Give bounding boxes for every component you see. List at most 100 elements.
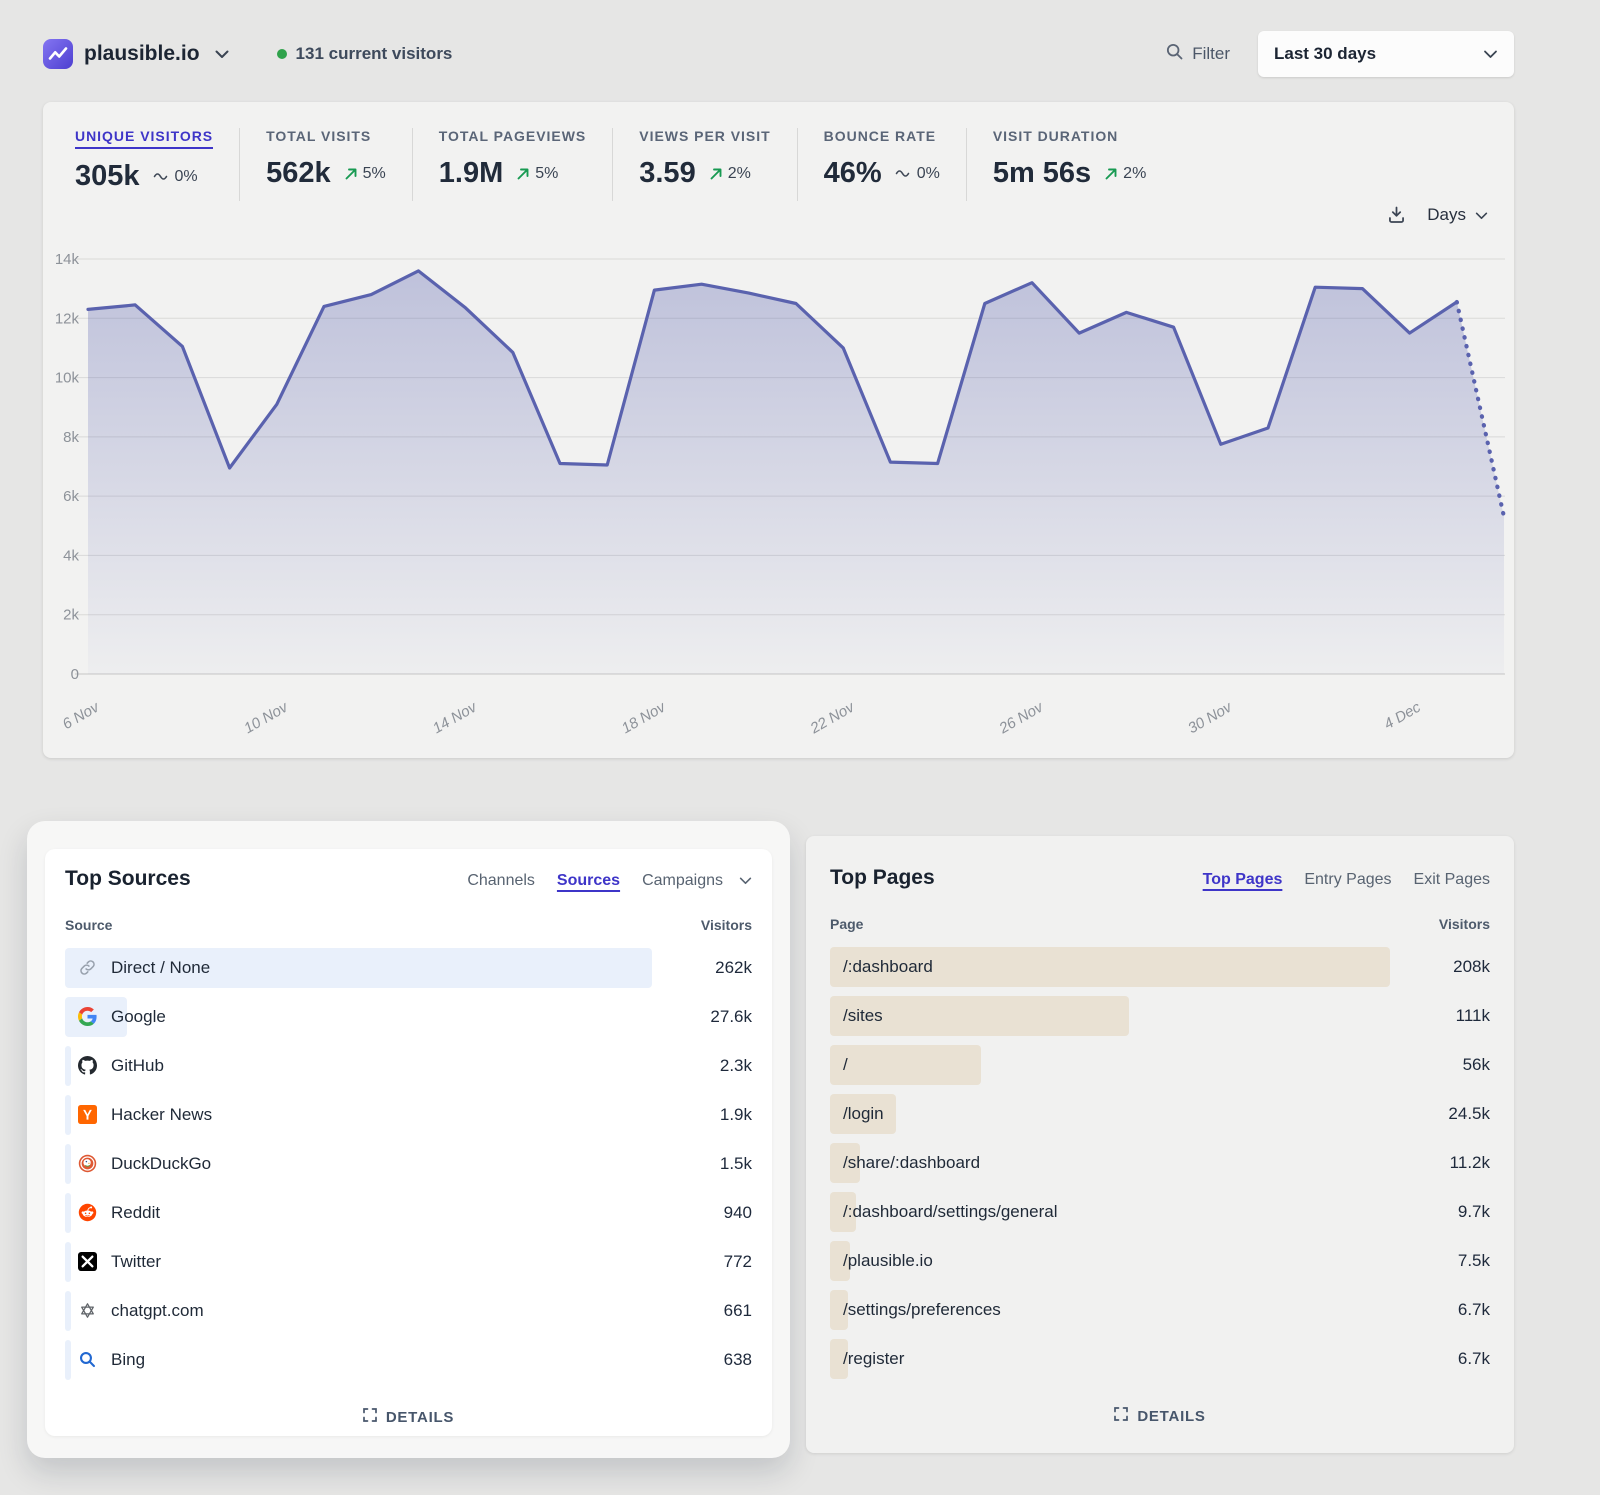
stat-metric[interactable]: BOUNCE RATE 46% 0% [798,128,967,201]
row-label: chatgpt.com [111,1301,204,1321]
trend-icon [1104,167,1118,181]
page-column-label: Page [830,916,1390,932]
svg-text:26 Nov: 26 Nov [995,698,1047,738]
expand-icon [1114,1407,1128,1425]
tab[interactable]: Campaigns [642,872,723,890]
sources-details-button[interactable]: DETAILS [65,1408,752,1426]
stat-value: 1.9M [439,157,503,190]
breakdown-row[interactable]: Twitter 772 [65,1237,752,1286]
row-visitors: 11.2k [1390,1153,1490,1173]
breakdown-row[interactable]: /settings/preferences 6.7k [830,1285,1490,1334]
breakdown-row[interactable]: /share/:dashboard 11.2k [830,1138,1490,1187]
date-range-picker[interactable]: Last 30 days [1258,31,1514,77]
row-visitors: 9.7k [1390,1202,1490,1222]
stat-metric[interactable]: TOTAL PAGEVIEWS 1.9M 5% [413,128,613,201]
reddit-icon [78,1203,97,1222]
breakdown-row[interactable]: /login 24.5k [830,1089,1490,1138]
stat-change: 0% [895,165,940,183]
tab[interactable]: Entry Pages [1304,871,1391,889]
breakdown-row[interactable]: /:dashboard/settings/general 9.7k [830,1187,1490,1236]
svg-text:10k: 10k [55,370,80,387]
change-percent: 0% [175,168,198,186]
tab[interactable]: Top Pages [1203,871,1283,889]
breakdown-row[interactable]: /plausible.io 7.5k [830,1236,1490,1285]
pages-details-button[interactable]: DETAILS [830,1407,1490,1425]
row-visitors: 262k [652,958,752,978]
row-label: /:dashboard [843,957,933,977]
pages-header: Top Pages Top Pages Entry Pages Exit Pag… [830,866,1490,890]
tab[interactable]: Sources [557,872,620,890]
site-switcher[interactable]: plausible.io [43,39,229,69]
expand-icon [363,1408,377,1426]
tab[interactable]: Exit Pages [1414,871,1490,889]
link-icon [78,958,97,977]
breakdown-row[interactable]: chatgpt.com 661 [65,1286,752,1335]
stat-change: 2% [1104,165,1146,183]
stat-metric[interactable]: TOTAL VISITS 562k 5% [240,128,413,201]
openai-icon [78,1301,97,1320]
pages-tabs: Top Pages Entry Pages Exit Pages [1203,871,1490,889]
svg-text:4 Dec: 4 Dec [1381,698,1424,733]
top-sources-card: Top Sources Channels Sources Campaigns S… [45,849,772,1436]
row-label: Bing [111,1350,145,1370]
breakdown-row[interactable]: /register 6.7k [830,1334,1490,1383]
row-label: DuckDuckGo [111,1154,211,1174]
stat-change: 5% [344,165,386,183]
stat-metric[interactable]: VIEWS PER VISIT 3.59 2% [613,128,797,201]
current-visitors[interactable]: 131 current visitors [277,44,453,64]
stat-metric[interactable]: VISIT DURATION 5m 56s 2% [967,128,1172,201]
row-visitors: 27.6k [652,1007,752,1027]
svg-text:12k: 12k [55,310,80,327]
row-label: Google [111,1007,166,1027]
row-label: /settings/preferences [843,1300,1001,1320]
source-column-label: Source [65,917,652,933]
tab[interactable]: Channels [467,872,535,890]
row-visitors: 661 [652,1301,752,1321]
stat-value: 5m 56s [993,157,1091,190]
breakdown-row[interactable]: GitHub 2.3k [65,1041,752,1090]
breakdown-row[interactable]: Direct / None 262k [65,943,752,992]
bing-icon [78,1350,97,1369]
row-visitors: 111k [1390,1006,1490,1026]
filter-label: Filter [1192,44,1230,64]
breakdown-row[interactable]: /:dashboard 208k [830,942,1490,991]
row-label: /:dashboard/settings/general [843,1202,1058,1222]
chevron-down-icon [215,50,229,59]
row-visitors: 6.7k [1390,1300,1490,1320]
details-label: DETAILS [1137,1408,1205,1425]
row-visitors: 2.3k [652,1056,752,1076]
chevron-down-icon [1475,205,1488,225]
stat-value: 46% [824,157,882,190]
filter-button[interactable]: Filter [1165,42,1230,66]
chevron-down-icon[interactable] [739,877,752,885]
top-pages-card: Top Pages Top Pages Entry Pages Exit Pag… [806,836,1514,1453]
row-visitors: 6.7k [1390,1349,1490,1369]
visitors-chart[interactable]: 02k4k6k8k10k12k14k6 Nov10 Nov14 Nov18 No… [49,240,1507,752]
breakdown-row[interactable]: Reddit 940 [65,1188,752,1237]
row-label: Reddit [111,1203,160,1223]
interval-dropdown[interactable]: Days [1427,205,1488,225]
svg-text:18 Nov: 18 Nov [619,698,670,737]
breakdown-row[interactable]: /sites 111k [830,991,1490,1040]
visitors-graph-card: UNIQUE VISITORS 305k 0% TOTAL VISITS 562… [43,102,1514,758]
top-stats-row: UNIQUE VISITORS 305k 0% TOTAL VISITS 562… [43,102,1514,201]
stat-metric[interactable]: UNIQUE VISITORS 305k 0% [75,128,240,201]
plausible-dashboard: plausible.io 131 current visitors Filter… [0,28,1600,1495]
download-icon[interactable] [1386,204,1407,225]
trend-icon [895,169,912,178]
breakdown-row[interactable]: DuckDuckGo 1.5k [65,1139,752,1188]
breakdown-row[interactable]: Bing 638 [65,1335,752,1384]
breakdown-section: Top Sources Channels Sources Campaigns S… [0,821,1600,1481]
row-visitors: 638 [652,1350,752,1370]
breakdown-row[interactable]: / 56k [830,1040,1490,1089]
sources-title: Top Sources [65,867,191,891]
svg-text:6k: 6k [63,488,79,505]
trend-icon [516,167,530,181]
trend-icon [153,172,170,181]
pages-column-headers: Page Visitors [830,916,1490,932]
breakdown-row[interactable]: Google 27.6k [65,992,752,1041]
stat-value: 562k [266,157,331,190]
breakdown-row[interactable]: Hacker News 1.9k [65,1090,752,1139]
row-visitors: 7.5k [1390,1251,1490,1271]
svg-text:30 Nov: 30 Nov [1185,698,1236,737]
